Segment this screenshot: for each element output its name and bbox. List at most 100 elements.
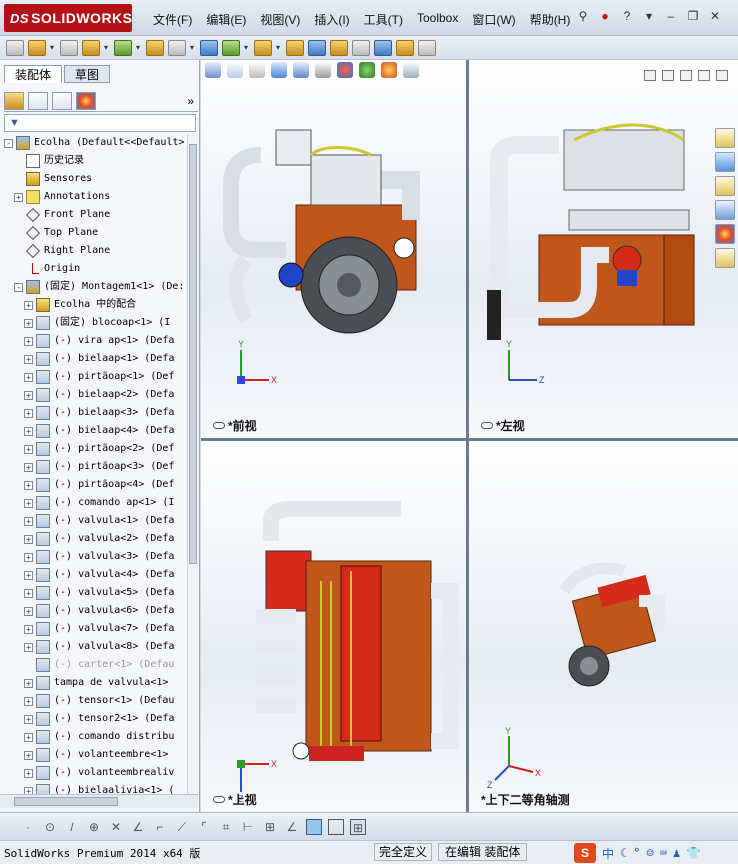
tree-item[interactable]: + (-) pirtãoap<1> (Def bbox=[24, 368, 174, 386]
tree-item[interactable]: Top Plane bbox=[14, 224, 98, 242]
tree-filter[interactable]: ▼ bbox=[4, 114, 196, 132]
extend-icon[interactable]: ∠ bbox=[130, 819, 146, 835]
collapse-icon[interactable]: - bbox=[4, 138, 13, 148]
solidworks-logo[interactable]: DS SOLIDWORKS bbox=[4, 4, 132, 32]
linear-pattern-icon[interactable] bbox=[200, 39, 218, 56]
gear-icon[interactable] bbox=[286, 39, 304, 56]
single-view-icon[interactable] bbox=[328, 818, 344, 835]
instant3d-icon[interactable] bbox=[396, 39, 414, 56]
menu-edit[interactable]: 编辑(E) bbox=[199, 8, 253, 31]
design-library-icon[interactable] bbox=[715, 152, 735, 172]
tree-item[interactable]: + (-) valvula<2> (Defa bbox=[24, 530, 174, 548]
expand-icon[interactable]: + bbox=[24, 372, 33, 382]
tree-item[interactable]: + (固定) blocoap<1> (I bbox=[24, 314, 170, 332]
help-icon[interactable]: ? bbox=[619, 8, 635, 24]
menu-view[interactable]: 视图(V) bbox=[253, 8, 307, 31]
expand-icon[interactable]: + bbox=[24, 480, 33, 490]
chevron-down-icon[interactable]: ▾ bbox=[244, 43, 250, 52]
dropdown-icon[interactable]: ▾ bbox=[641, 8, 657, 24]
menu-tools[interactable]: 工具(T) bbox=[357, 8, 410, 31]
chevron-right-icon[interactable]: » bbox=[187, 94, 198, 108]
tree-item[interactable]: + (-) pirtãoap<2> (Def bbox=[24, 440, 174, 458]
dimension-icon[interactable]: ⊢ bbox=[240, 819, 256, 835]
tree-item[interactable]: - (固定) Montagem1<1> (De: bbox=[14, 278, 184, 296]
expand-icon[interactable]: + bbox=[24, 768, 33, 778]
tree-item[interactable]: + (-) tensor<1> (Defau bbox=[24, 692, 174, 710]
expand-icon[interactable]: + bbox=[24, 462, 33, 472]
pin-icon[interactable]: ⚲ bbox=[575, 8, 591, 24]
expand-icon[interactable]: + bbox=[24, 642, 33, 652]
four-view-icon[interactable]: ⊞ bbox=[350, 818, 366, 835]
expand-icon[interactable]: + bbox=[24, 498, 33, 508]
expand-icon[interactable]: + bbox=[24, 354, 33, 364]
expand-icon[interactable]: + bbox=[24, 714, 33, 724]
view-palette-icon[interactable] bbox=[715, 200, 735, 220]
circle-icon[interactable]: ⊙ bbox=[42, 819, 58, 835]
viewport-top[interactable]: X Z *上视 bbox=[201, 441, 466, 812]
file-explorer-icon[interactable] bbox=[715, 176, 735, 196]
expand-icon[interactable]: + bbox=[24, 408, 33, 418]
tree-item[interactable]: + (-) comando ap<1> (I bbox=[24, 494, 174, 512]
tree-item[interactable]: + (-) pirtãoap<4> (Def bbox=[24, 476, 174, 494]
expand-icon[interactable]: + bbox=[14, 192, 23, 202]
tree-item[interactable]: + (-) valvula<5> (Defa bbox=[24, 584, 174, 602]
punctuation-icon[interactable]: ° bbox=[633, 846, 640, 860]
tree-item[interactable]: Sensores bbox=[14, 170, 92, 188]
expand-icon[interactable]: + bbox=[24, 318, 33, 328]
expand-icon[interactable]: + bbox=[24, 678, 33, 688]
chevron-down-icon[interactable]: ▾ bbox=[276, 43, 282, 52]
expand-icon[interactable]: + bbox=[24, 732, 33, 742]
mate-icon[interactable] bbox=[114, 39, 132, 56]
tree-item[interactable]: - Ecolha (Default<<Default> bbox=[4, 134, 185, 152]
options-icon[interactable] bbox=[418, 39, 436, 56]
expand-icon[interactable]: + bbox=[24, 552, 33, 562]
expand-icon[interactable]: + bbox=[24, 624, 33, 634]
fillet-icon[interactable]: ⌐ bbox=[152, 819, 168, 835]
tree-item[interactable]: + (-) volanteembrealiv bbox=[24, 764, 174, 782]
smart-fasteners-icon[interactable] bbox=[168, 39, 186, 56]
custom-properties-icon[interactable] bbox=[715, 248, 735, 268]
open-folder-icon[interactable] bbox=[28, 39, 46, 56]
tree-item[interactable]: + (-) valvula<4> (Defa bbox=[24, 566, 174, 584]
tree-item[interactable]: Front Plane bbox=[14, 206, 110, 224]
tree-item[interactable]: Right Plane bbox=[14, 242, 110, 260]
expand-icon[interactable]: + bbox=[24, 534, 33, 544]
link-views-icon[interactable] bbox=[213, 422, 225, 429]
chevron-down-icon[interactable]: ▾ bbox=[136, 43, 142, 52]
menu-help[interactable]: 帮助(H) bbox=[523, 8, 578, 31]
exploded-line-icon[interactable] bbox=[374, 39, 392, 56]
collapse-icon[interactable]: - bbox=[14, 282, 23, 292]
expand-icon[interactable]: + bbox=[24, 570, 33, 580]
tree-horizontal-scrollbar[interactable] bbox=[0, 794, 198, 808]
home-icon[interactable] bbox=[715, 128, 735, 148]
move-component-icon[interactable] bbox=[222, 39, 240, 56]
point-icon[interactable]: · bbox=[20, 819, 36, 835]
viewport-isometric[interactable]: Y X Z *上下二等角轴测 bbox=[469, 441, 738, 812]
tree-item[interactable]: (-) carter<1> (Defau bbox=[24, 656, 174, 674]
tree-item[interactable]: + (-) bielaap<4> (Defa bbox=[24, 422, 174, 440]
expand-icon[interactable]: + bbox=[24, 606, 33, 616]
user-icon[interactable]: ♟ bbox=[673, 846, 680, 860]
chevron-down-icon[interactable]: ▾ bbox=[104, 43, 110, 52]
expand-icon[interactable]: + bbox=[24, 426, 33, 436]
corner-icon[interactable]: ⌜ bbox=[196, 819, 212, 835]
appearances-icon[interactable] bbox=[715, 224, 735, 244]
tree-item[interactable]: + (-) pirtãoap<3> (Def bbox=[24, 458, 174, 476]
new-motion-study-icon[interactable] bbox=[330, 39, 348, 56]
angle-icon[interactable]: ∠ bbox=[284, 819, 300, 835]
tree-item[interactable]: + (-) bielaap<3> (Defa bbox=[24, 404, 174, 422]
expand-icon[interactable]: + bbox=[24, 750, 33, 760]
expand-icon[interactable]: + bbox=[24, 300, 33, 310]
property-manager-tab-icon[interactable] bbox=[28, 91, 48, 110]
insert-component-icon[interactable] bbox=[146, 39, 164, 56]
tab-assembly[interactable]: 装配体 bbox=[4, 65, 63, 83]
smiley-icon[interactable]: ☺ bbox=[646, 846, 653, 860]
configuration-manager-tab-icon[interactable] bbox=[52, 91, 72, 110]
tree-item[interactable]: + (-) tensor2<1> (Defa bbox=[24, 710, 174, 728]
tree-item[interactable]: 历史记录 bbox=[14, 152, 84, 170]
minimize-icon[interactable]: – bbox=[663, 8, 679, 24]
shirt-icon[interactable]: 👕 bbox=[686, 846, 701, 860]
sogou-logo[interactable]: S bbox=[574, 843, 596, 863]
polygon-icon[interactable]: ⊕ bbox=[86, 819, 102, 835]
chevron-down-icon[interactable]: ▾ bbox=[50, 43, 56, 52]
